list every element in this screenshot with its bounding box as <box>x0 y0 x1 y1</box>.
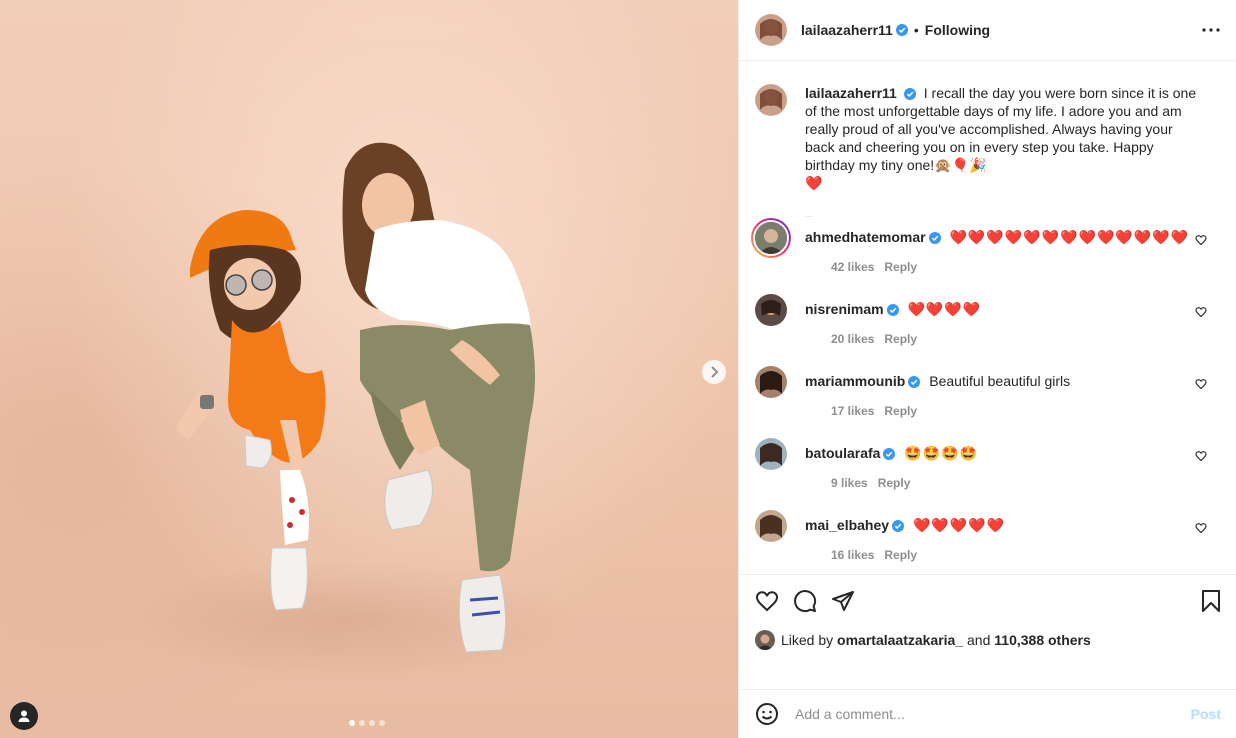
post-media[interactable] <box>0 0 738 738</box>
liked-by-prefix: Liked by <box>781 632 834 648</box>
caption-avatar[interactable] <box>755 84 787 116</box>
comment-likes[interactable]: 9 likes <box>831 476 868 490</box>
reply-button[interactable]: Reply <box>884 404 917 418</box>
user-icon <box>18 710 30 722</box>
post-actions: Liked by omartalaatzakaria_ and 110,388 … <box>739 574 1236 653</box>
liker-username[interactable]: omartalaatzakaria_ <box>837 632 963 648</box>
verified-badge-icon <box>908 376 921 388</box>
comment-likes[interactable]: 42 likes <box>831 260 874 274</box>
comment-avatar[interactable] <box>755 438 787 470</box>
comment-username[interactable]: mariammounib <box>805 373 905 389</box>
caption-timestamp-faint: ... <box>805 209 814 220</box>
verified-badge-icon <box>928 232 941 244</box>
comment-bubble-icon[interactable] <box>793 589 817 613</box>
comment-text: ❤️❤️❤️❤️❤️ <box>912 517 1006 533</box>
comment-likes[interactable]: 17 likes <box>831 404 874 418</box>
author-avatar[interactable] <box>755 14 787 46</box>
verified-badge-icon <box>892 520 905 532</box>
caption-heart-emoji: ❤️ <box>805 175 823 191</box>
tagged-users-button[interactable] <box>10 702 38 730</box>
comment-text: 🤩🤩🤩🤩 <box>904 445 979 461</box>
emoji-smiley-icon[interactable] <box>755 702 779 726</box>
share-send-icon[interactable] <box>831 589 855 613</box>
likes-summary: Liked by omartalaatzakaria_ and 110,388 … <box>755 627 1221 653</box>
reply-button[interactable]: Reply <box>878 476 911 490</box>
comment-avatar[interactable] <box>755 294 787 326</box>
comment-item: mariammounib Beautiful beautiful girls 1… <box>755 366 1221 438</box>
more-options-icon[interactable] <box>1202 28 1220 32</box>
post-details-panel: lailaazaherr11 • Following lailaazaherr1… <box>738 0 1236 738</box>
following-button[interactable]: Following <box>925 22 990 38</box>
verified-badge-icon <box>883 448 896 460</box>
separator-dot: • <box>913 22 919 38</box>
comment-username[interactable]: batoularafa <box>805 445 880 461</box>
bookmark-icon[interactable] <box>1201 589 1221 613</box>
comment-username[interactable]: mai_elbahey <box>805 517 889 533</box>
comment-item: batoularafa 🤩🤩🤩🤩 9 likes Reply <box>755 438 1221 510</box>
comment-avatar[interactable] <box>755 510 787 542</box>
likes-and: and <box>967 632 991 648</box>
child-figure <box>176 210 326 611</box>
like-heart-icon[interactable] <box>755 589 779 613</box>
chevron-right-icon <box>711 366 719 378</box>
post-photo <box>176 142 535 653</box>
verified-badge-icon <box>903 88 916 100</box>
comment-text: ❤️❤️❤️❤️❤️❤️❤️❤️❤️❤️❤️❤️❤️ <box>949 229 1190 245</box>
comment-input[interactable] <box>795 706 1191 722</box>
verified-badge-icon <box>895 24 908 36</box>
carousel-dot-4 <box>379 720 385 726</box>
carousel-dot-2 <box>359 720 365 726</box>
action-bar <box>755 575 1221 627</box>
comment-item: nisrenimam ❤️❤️❤️❤️ 20 likes Reply <box>755 294 1221 366</box>
reply-button[interactable]: Reply <box>884 548 917 562</box>
carousel-indicator <box>349 720 385 726</box>
woman-figure <box>342 142 535 653</box>
like-comment-heart-icon[interactable] <box>1195 450 1207 462</box>
comment-avatar[interactable] <box>755 366 787 398</box>
like-comment-heart-icon[interactable] <box>1195 234 1207 246</box>
comments-list[interactable]: lailaazaherr11 I recall the day you were… <box>739 62 1236 574</box>
post-header: lailaazaherr11 • Following <box>739 0 1236 61</box>
likes-count[interactable]: 110,388 others <box>994 632 1091 648</box>
liker-avatar[interactable] <box>755 630 775 650</box>
carousel-dot-3 <box>369 720 375 726</box>
comment-avatar-story[interactable] <box>751 218 791 258</box>
author-username[interactable]: lailaazaherr11 <box>801 22 893 38</box>
reply-button[interactable]: Reply <box>884 260 917 274</box>
comment-item: ahmedhatemomar ❤️❤️❤️❤️❤️❤️❤️❤️❤️❤️❤️❤️❤… <box>751 218 1221 294</box>
add-comment-bar: Post <box>739 689 1236 738</box>
carousel-dot-1 <box>349 720 355 726</box>
verified-badge-icon <box>886 304 899 316</box>
caption-username[interactable]: lailaazaherr11 <box>805 85 897 101</box>
reply-button[interactable]: Reply <box>884 332 917 346</box>
comment-username[interactable]: ahmedhatemomar <box>805 229 926 245</box>
comment-likes[interactable]: 16 likes <box>831 548 874 562</box>
comment-text: Beautiful beautiful girls <box>929 373 1071 389</box>
post-comment-button[interactable]: Post <box>1191 706 1221 722</box>
like-comment-heart-icon[interactable] <box>1195 306 1207 318</box>
post-caption: lailaazaherr11 I recall the day you were… <box>755 62 1221 192</box>
comment-item: mai_elbahey ❤️❤️❤️❤️❤️ 16 likes Reply <box>755 510 1221 574</box>
like-comment-heart-icon[interactable] <box>1195 522 1207 534</box>
comment-text: ❤️❤️❤️❤️ <box>907 301 982 317</box>
next-photo-button[interactable] <box>702 360 726 384</box>
like-comment-heart-icon[interactable] <box>1195 378 1207 390</box>
comment-likes[interactable]: 20 likes <box>831 332 874 346</box>
comment-username[interactable]: nisrenimam <box>805 301 884 317</box>
